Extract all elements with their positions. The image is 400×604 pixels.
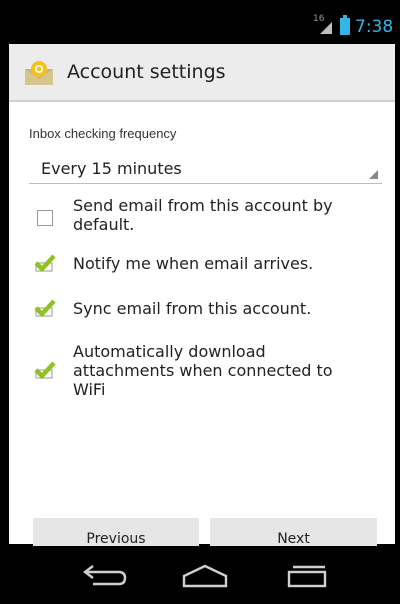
- checkbox-checked-icon[interactable]: [33, 360, 57, 380]
- inbox-frequency-spinner[interactable]: Every 15 minutes: [29, 152, 382, 184]
- mail-envelope-icon: [25, 61, 53, 85]
- status-bar: 16 7:38: [9, 0, 395, 44]
- home-icon[interactable]: [181, 564, 229, 588]
- settings-screen: Account settings Inbox checking frequenc…: [9, 44, 395, 560]
- preference-label-line: WiFi: [73, 380, 106, 399]
- checkbox-checked-icon[interactable]: [33, 298, 57, 318]
- preference-label-line: Notify me when email arrives.: [73, 254, 314, 273]
- preference-label: Sync email from this account.: [73, 299, 383, 318]
- preference-label: Automatically download attachments when c…: [73, 342, 383, 399]
- action-bar: Account settings: [9, 44, 395, 102]
- signal-strength-icon: [320, 22, 332, 34]
- preference-label-line: attachments when connected to: [73, 361, 333, 380]
- back-icon[interactable]: [81, 564, 127, 588]
- preference-label-line: Send email from this account by: [73, 196, 333, 215]
- inbox-frequency-value: Every 15 minutes: [41, 159, 182, 178]
- preference-label: Notify me when email arrives.: [73, 254, 383, 273]
- checkbox-checked-icon[interactable]: [33, 253, 57, 273]
- navigation-bar: [9, 546, 395, 604]
- preference-label-line: Sync email from this account.: [73, 299, 312, 318]
- dropdown-arrow-icon: [369, 170, 378, 179]
- checkbox-unchecked-icon[interactable]: [37, 210, 53, 226]
- battery-icon: [340, 15, 350, 35]
- preference-label-line: default.: [73, 215, 135, 234]
- page-title: Account settings: [67, 61, 226, 83]
- recent-apps-icon[interactable]: [285, 564, 329, 588]
- clock: 7:38: [355, 17, 394, 37]
- preference-label-line: Automatically download: [73, 342, 266, 361]
- preference-label: Send email from this account by default.: [73, 196, 383, 234]
- inbox-frequency-label: Inbox checking frequency: [29, 126, 177, 141]
